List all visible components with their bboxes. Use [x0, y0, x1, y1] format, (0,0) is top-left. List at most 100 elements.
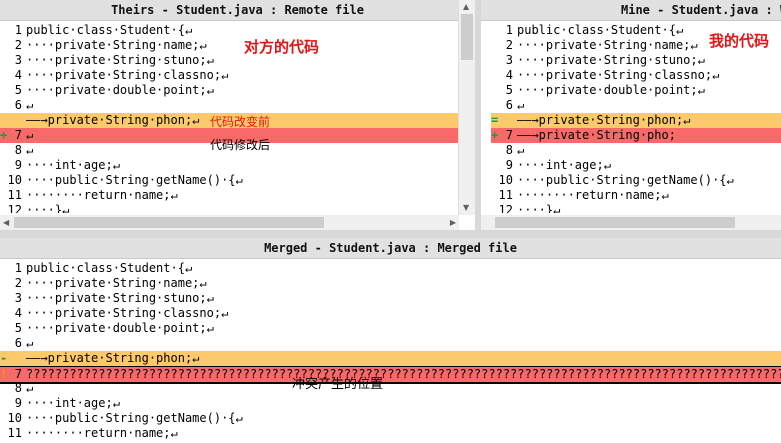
mine-line-number: 7	[505, 128, 513, 142]
merged-line-number: 9	[14, 396, 22, 410]
theirs-line-text: ····int·age;↵	[26, 158, 120, 172]
theirs-code-line[interactable]: 4 ····private·String·classno;↵	[0, 68, 459, 83]
theirs-code-line[interactable]: 12 ····}↵	[0, 203, 459, 213]
mine-line-number: 10	[498, 173, 513, 187]
merged-line-number: 4	[14, 306, 22, 320]
theirs-code-line[interactable]: 11 ········return·name;↵	[0, 188, 459, 203]
mine-line-number: 6	[505, 98, 513, 112]
merged-line-number: 1	[14, 261, 22, 275]
theirs-line-number: 7	[14, 128, 22, 142]
theirs-change-note: 代码改变前	[210, 115, 271, 129]
theirs-line-text: public·class·Student·{↵	[26, 23, 193, 37]
mine-line-marker: =	[491, 113, 499, 127]
mine-hscroll-thumb[interactable]	[495, 217, 735, 228]
mine-horizontal-scrollbar[interactable]	[481, 215, 781, 230]
merged-code-line[interactable]: 3 ····private·String·stuno;↵	[0, 291, 781, 306]
merged-line-number: 6	[14, 336, 22, 350]
merged-code-line[interactable]: - ——→private·String·phon;↵	[0, 351, 781, 366]
mine-code-line[interactable]: 8 ↵	[491, 143, 781, 158]
mine-code-area[interactable]: 1 public·class·Student·{↵ 2 ····private·Str…	[491, 23, 781, 213]
mine-code-line[interactable]: 4 ····private·String·classno;↵	[491, 68, 781, 83]
mine-code-line[interactable]: 10 ····public·String·getName()·{↵	[491, 173, 781, 188]
mine-pane[interactable]: Mine - Student.java : Working 1 public·cl…	[481, 0, 781, 230]
theirs-vscroll-thumb[interactable]	[461, 14, 473, 60]
merged-code-line[interactable]: 11 ········return·name;↵	[0, 426, 781, 441]
scroll-down-icon[interactable]: ▼	[463, 203, 469, 212]
merged-code-line[interactable]: 6 ↵	[0, 336, 781, 351]
theirs-line-text: ····private·double·point;↵	[26, 83, 214, 97]
merged-line-text: ↵	[26, 381, 34, 395]
theirs-line-text: ↵	[26, 128, 34, 142]
merged-line-text: ····private·double·point;↵	[26, 321, 214, 335]
theirs-code-line[interactable]: 9 ····int·age;↵	[0, 158, 459, 173]
theirs-line-number: 1	[14, 23, 22, 37]
mine-title: Mine - Student.java : Working	[481, 0, 781, 21]
merged-code-line[interactable]: 10 ····public·String·getName()·{↵	[0, 411, 781, 426]
merged-code-line[interactable]: 2 ····private·String·name;↵	[0, 276, 781, 291]
theirs-hscroll-thumb[interactable]	[14, 217, 324, 228]
merged-pane[interactable]: Merged - Student.java : Merged file 1 pub…	[0, 238, 781, 443]
theirs-line-text: ↵	[26, 98, 34, 112]
theirs-code-line[interactable]: 3 ····private·String·stuno;↵	[0, 53, 459, 68]
merged-line-text: ····private·String·name;↵	[26, 276, 207, 290]
theirs-line-number: 10	[7, 173, 22, 187]
merged-line-number: 3	[14, 291, 22, 305]
merged-line-text: ····private·String·stuno;↵	[26, 291, 214, 305]
theirs-line-text: ····private·String·stuno;↵	[26, 53, 214, 67]
theirs-horizontal-scrollbar[interactable]: ◀ ▶	[0, 215, 459, 230]
mine-code-line[interactable]: 6 ↵	[491, 98, 781, 113]
merged-line-number: 10	[7, 411, 22, 425]
mine-code-line[interactable]: 5 ····private·double·point;↵	[491, 83, 781, 98]
mine-code-line[interactable]: +7 ——→private·String·pho;	[491, 128, 781, 143]
theirs-pane[interactable]: Theirs - Student.java : Remote file 1 pub…	[0, 0, 475, 230]
scroll-right-icon[interactable]: ▶	[450, 218, 456, 227]
theirs-line-number: 5	[14, 83, 22, 97]
theirs-vertical-scrollbar[interactable]: ▲ ▼	[458, 0, 475, 215]
mine-line-text: ····}↵	[517, 203, 561, 213]
theirs-code-line[interactable]: 5 ····private·double·point;↵	[0, 83, 459, 98]
mine-line-number: 3	[505, 53, 513, 67]
mine-code-line[interactable]: 9 ····int·age;↵	[491, 158, 781, 173]
theirs-line-text: ——→private·String·phon;↵	[26, 113, 200, 127]
merged-line-text: ········return·name;↵	[26, 426, 178, 440]
mine-line-text: ↵	[517, 143, 525, 157]
theirs-code-line[interactable]: 6 ↵	[0, 98, 459, 113]
horizontal-splitter[interactable]	[0, 230, 781, 238]
scroll-left-icon[interactable]: ◀	[3, 218, 9, 227]
mine-line-number: 12	[498, 203, 513, 213]
merged-code-line[interactable]: 4 ····private·String·classno;↵	[0, 306, 781, 321]
mine-code-line[interactable]: 12 ····}↵	[491, 203, 781, 213]
scroll-up-icon[interactable]: ▲	[463, 2, 469, 11]
mine-code-line[interactable]: 3 ····private·String·stuno;↵	[491, 53, 781, 68]
merged-line-number: 7	[14, 367, 22, 381]
theirs-line-text: ····}↵	[26, 203, 70, 213]
merged-line-number: 5	[14, 321, 22, 335]
merged-code-line[interactable]: 9 ····int·age;↵	[0, 396, 781, 411]
theirs-line-number: 3	[14, 53, 22, 67]
theirs-line-number: 12	[7, 203, 22, 213]
merged-code-area[interactable]: 1 public·class·Student·{↵ 2 ····private·Str…	[0, 261, 781, 443]
merged-code-line[interactable]: 1 public·class·Student·{↵	[0, 261, 781, 276]
merged-line-text: ····private·String·classno;↵	[26, 306, 229, 320]
mine-code-line[interactable]: = ——→private·String·phon;↵	[491, 113, 781, 128]
merged-line-text: ····int·age;↵	[26, 396, 120, 410]
mine-line-number: 2	[505, 38, 513, 52]
merged-code-line[interactable]: 8 ↵	[0, 381, 781, 396]
theirs-line-text: ········return·name;↵	[26, 188, 178, 202]
merged-line-number: 8	[14, 381, 22, 395]
theirs-line-number: 6	[14, 98, 22, 112]
theirs-line-text: ····private·String·name;↵	[26, 38, 207, 52]
merged-line-text: ????????????????????????????????????????…	[26, 367, 781, 381]
theirs-annotation: 对方的代码	[244, 38, 320, 56]
mine-line-number: 9	[505, 158, 513, 172]
mine-line-text: ····private·String·stuno;↵	[517, 53, 705, 67]
mine-annotation: 我的代码	[709, 32, 770, 50]
theirs-code-line[interactable]: 2 ····private·String·name;↵	[0, 38, 459, 53]
mine-code-line[interactable]: 11 ········return·name;↵	[491, 188, 781, 203]
mine-line-number: 8	[505, 143, 513, 157]
mine-line-text: ····private·double·point;↵	[517, 83, 705, 97]
merged-code-line[interactable]: 5 ····private·double·point;↵	[0, 321, 781, 336]
theirs-line-text: ↵	[26, 143, 34, 157]
theirs-code-line[interactable]: 1 public·class·Student·{↵	[0, 23, 459, 38]
theirs-code-line[interactable]: 10 ····public·String·getName()·{↵	[0, 173, 459, 188]
